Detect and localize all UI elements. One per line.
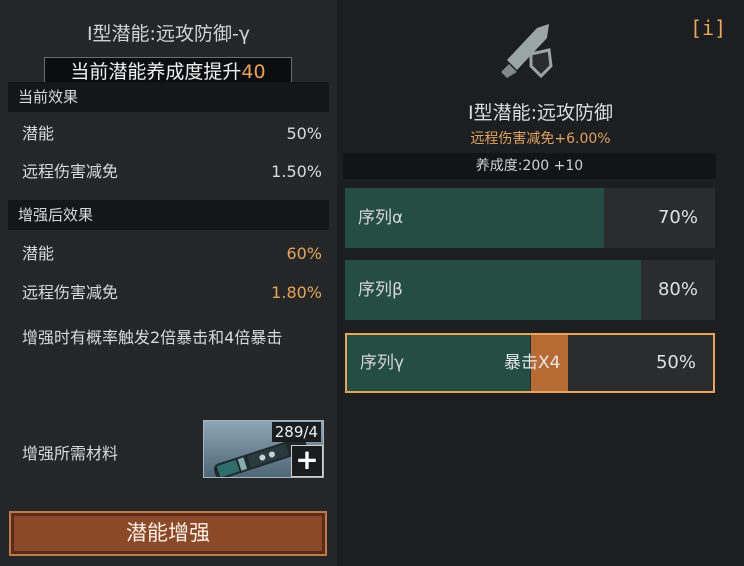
sequence-label: 序列β <box>358 280 403 300</box>
effect-value: 50% <box>286 124 322 143</box>
add-material-button[interactable]: + <box>291 445 323 477</box>
effect-value: 60% <box>286 244 322 263</box>
sequence-row-alpha[interactable]: 序列α 70% <box>345 188 715 248</box>
crit-note: 增强时有概率触发2倍暴击和4倍暴击 <box>22 328 283 347</box>
enhance-button[interactable]: 潜能增强 <box>9 511 327 556</box>
effect-value: 1.50% <box>271 162 322 181</box>
enhanced-effect-row: 潜能 60% <box>22 242 322 266</box>
material-slot[interactable]: 289/4 + <box>203 420 324 478</box>
materials-label: 增强所需材料 <box>22 444 119 463</box>
effect-label: 潜能 <box>22 124 55 143</box>
crit-label: 暴击X4 <box>504 353 561 373</box>
left-panel: I型潜能:远攻防御-γ 当前潜能养成度提升40 当前效果 潜能 50% 远程伤害… <box>0 0 337 566</box>
enhanced-effect-row: 远程伤害减免 1.80% <box>22 281 322 305</box>
sequence-label: 序列γ <box>360 353 405 373</box>
effect-value: 1.80% <box>271 283 322 302</box>
cultivation-level: 养成度:200 +10 <box>343 153 716 179</box>
enhanced-effects-header: 增强后效果 <box>8 200 329 230</box>
current-effects-header: 当前效果 <box>8 82 329 112</box>
potential-title: I型潜能:远攻防御-γ <box>86 23 251 45</box>
effect-label: 潜能 <box>22 244 55 263</box>
current-effect-row: 潜能 50% <box>22 122 322 146</box>
material-count: 289/4 <box>271 422 321 442</box>
boost-banner-text: 当前潜能养成度提升 <box>70 61 242 83</box>
effect-label: 远程伤害减免 <box>22 283 119 302</box>
info-button[interactable]: [i] <box>690 14 726 42</box>
potential-name: I型潜能:远攻防御 <box>467 102 613 124</box>
sequence-percent: 80% <box>657 279 698 300</box>
current-effect-row: 远程伤害减免 1.50% <box>22 160 322 184</box>
sequence-percent: 50% <box>655 352 696 373</box>
bullet-shield-icon <box>501 24 553 79</box>
right-panel: [i] I型潜能:远攻防御 远程伤害减免+6.00% 养成度:200 +10 序… <box>337 0 744 566</box>
sequence-row-gamma[interactable]: 序列γ 暴击X4 50% <box>345 333 715 393</box>
boost-banner-value: 40 <box>241 61 266 83</box>
sequence-row-beta[interactable]: 序列β 80% <box>345 260 715 320</box>
sequence-label: 序列α <box>358 208 404 228</box>
sequence-percent: 70% <box>657 207 698 228</box>
effect-label: 远程伤害减免 <box>22 162 119 181</box>
potential-bonus: 远程伤害减免+6.00% <box>470 131 611 147</box>
